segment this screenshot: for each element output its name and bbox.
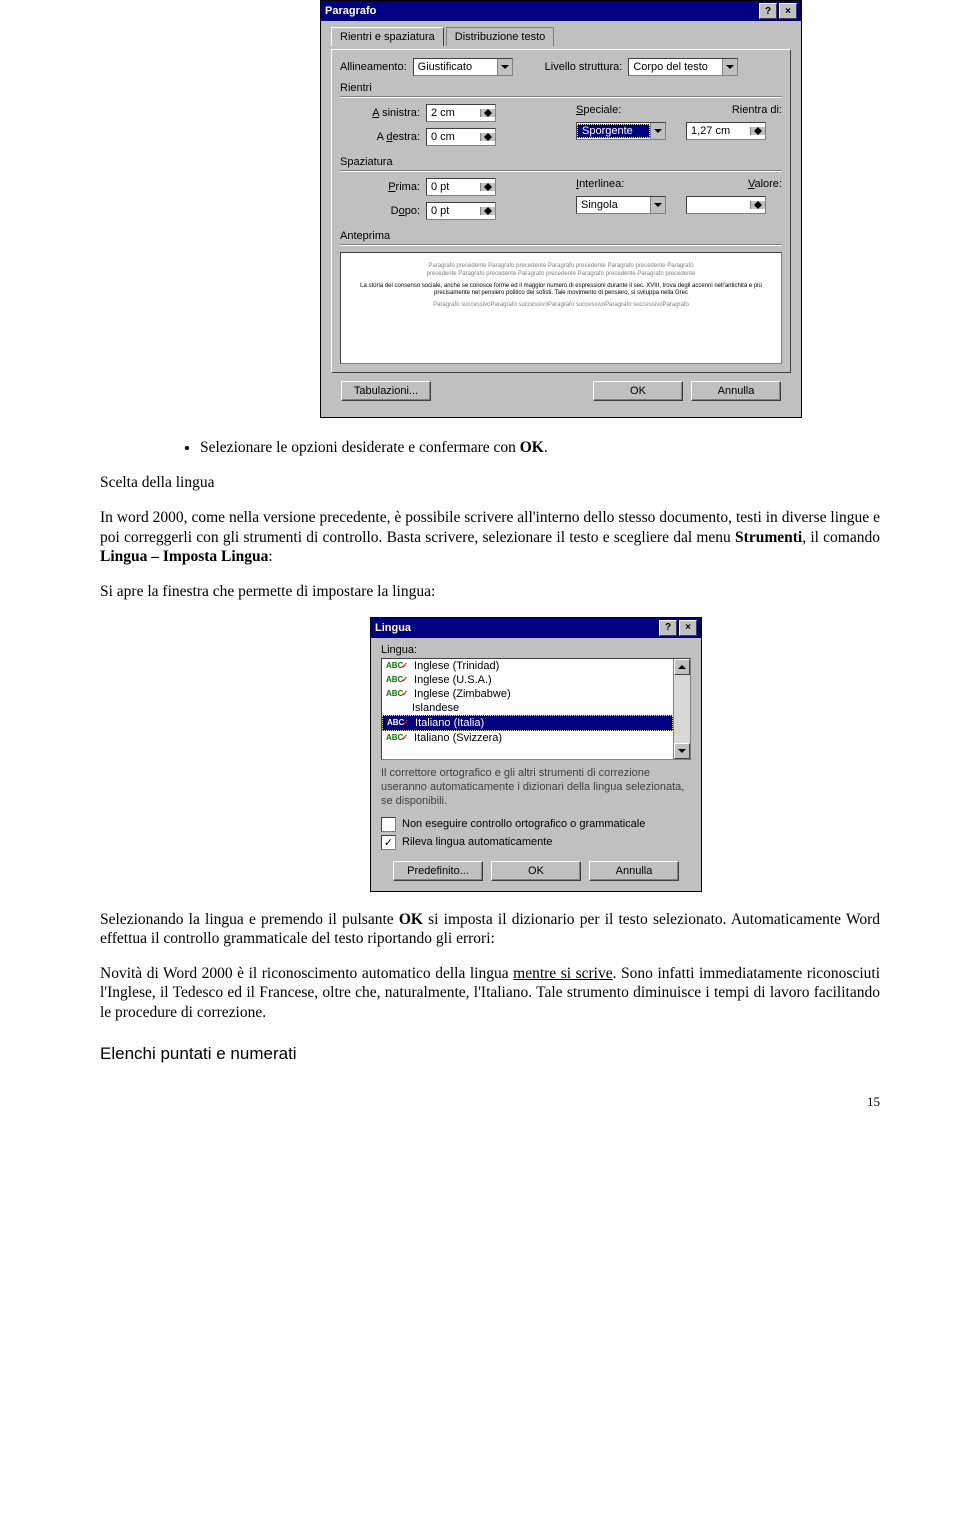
spaziatura-group: Spaziatura xyxy=(340,156,782,168)
valore-spin[interactable] xyxy=(686,196,766,214)
ok-bold: OK xyxy=(399,911,423,928)
lingua-bold: Lingua – Imposta Lingua xyxy=(100,548,268,565)
checkbox-icon xyxy=(381,817,396,832)
a-destra-label: A destra: xyxy=(340,131,420,143)
paragrafo-dialog: Paragrafo ? × Rientri e spaziatura Distr… xyxy=(320,0,802,418)
valore-label: Valore: xyxy=(748,178,782,190)
rientri-group: Rientri xyxy=(340,82,782,94)
lingua-label: Lingua: xyxy=(381,644,691,656)
list-item-selected[interactable]: ABCItaliano (Italia) xyxy=(382,715,673,731)
abc-check-icon: ABC xyxy=(386,675,410,684)
paragrafo-title: Paragrafo xyxy=(325,5,376,17)
dopo-label: Dopo: xyxy=(340,205,420,217)
list-item[interactable]: ABCInglese (Zimbabwe) xyxy=(382,687,673,701)
prima-spin[interactable]: 0 pt xyxy=(426,178,496,196)
abc-check-icon: ABC xyxy=(386,661,410,670)
ok-button[interactable]: OK xyxy=(491,861,581,881)
lingua-helptext: Il correttore ortografico e gli altri st… xyxy=(381,766,691,809)
caret-down-icon[interactable] xyxy=(751,205,765,209)
chevron-down-icon xyxy=(722,59,737,75)
scrollbar[interactable] xyxy=(673,659,690,759)
ok-bold: OK xyxy=(520,439,544,456)
tab-distribuzione[interactable]: Distribuzione testo xyxy=(446,27,555,46)
paragraph-2: Si apre la finestra che permette di impo… xyxy=(100,582,880,601)
bullet-list: Selezionare le opzioni desiderate e conf… xyxy=(160,438,880,457)
abc-check-icon: ABC xyxy=(386,733,410,742)
rientra-di-spin[interactable]: 1,27 cm xyxy=(686,122,766,140)
section-heading: Elenchi puntati e numerati xyxy=(100,1044,880,1064)
chevron-down-icon xyxy=(497,59,512,75)
allineamento-combo[interactable]: Giustificato xyxy=(413,58,513,76)
paragraph-3: Selezionando la lingua e premendo il pul… xyxy=(100,910,880,949)
strumenti-bold: Strumenti xyxy=(735,529,802,546)
checkbox-no-spellcheck[interactable]: Non eseguire controllo ortografico o gra… xyxy=(381,817,691,832)
interlinea-combo[interactable]: Singola xyxy=(576,196,666,214)
mentre-underline: mentre si scrive xyxy=(513,965,612,982)
scroll-track[interactable] xyxy=(674,675,690,743)
abc-check-icon: ABC xyxy=(387,718,411,727)
predefinito-button[interactable]: Predefinito... xyxy=(393,861,483,881)
chevron-down-icon xyxy=(650,123,665,139)
lingua-listbox[interactable]: ABCInglese (Trinidad) ABCInglese (U.S.A.… xyxy=(381,658,691,760)
anteprima-preview: Paragrafo precedente Paragrafo precedent… xyxy=(340,252,782,364)
dopo-spin[interactable]: 0 pt xyxy=(426,202,496,220)
scroll-down-button[interactable] xyxy=(674,743,690,759)
close-button[interactable]: × xyxy=(779,3,797,19)
paragraph-4: Novità di Word 2000 è il riconoscimento … xyxy=(100,964,880,1022)
anteprima-group: Anteprima xyxy=(340,230,782,242)
scelta-heading: Scelta della lingua xyxy=(100,473,880,492)
page-number: 15 xyxy=(100,1094,880,1110)
paragrafo-titlebar: Paragrafo ? × xyxy=(321,1,801,21)
tab-rientri[interactable]: Rientri e spaziatura xyxy=(331,27,444,46)
caret-down-icon[interactable] xyxy=(481,113,495,117)
annulla-button[interactable]: Annulla xyxy=(691,381,781,401)
lingua-title: Lingua xyxy=(375,622,411,634)
list-item[interactable]: ABCItaliano (Svizzera) xyxy=(382,731,673,745)
checkbox-checked-icon: ✓ xyxy=(381,835,396,850)
caret-down-icon[interactable] xyxy=(481,187,495,191)
speciale-label: Speciale: xyxy=(576,104,621,116)
help-button[interactable]: ? xyxy=(759,3,777,19)
caret-down-icon[interactable] xyxy=(481,137,495,141)
annulla-button[interactable]: Annulla xyxy=(589,861,679,881)
chevron-down-icon xyxy=(650,197,665,213)
allineamento-label: Allineamento: xyxy=(340,61,407,73)
speciale-combo[interactable]: Sporgente xyxy=(576,122,666,140)
prima-label: Prima: xyxy=(340,181,420,193)
a-destra-spin[interactable]: 0 cm xyxy=(426,128,496,146)
checkbox-auto-detect[interactable]: ✓ Rileva lingua automaticamente xyxy=(381,835,691,850)
paragraph-1: In word 2000, come nella versione preced… xyxy=(100,508,880,566)
caret-down-icon[interactable] xyxy=(481,211,495,215)
ok-button[interactable]: OK xyxy=(593,381,683,401)
scroll-up-button[interactable] xyxy=(674,659,690,675)
lingua-dialog: Lingua ? × Lingua: ABCInglese (Trinidad)… xyxy=(370,617,702,892)
a-sinistra-spin[interactable]: 2 cm xyxy=(426,104,496,122)
rientra-di-label: Rientra di: xyxy=(732,104,782,116)
list-item[interactable]: ABCInglese (Trinidad) xyxy=(382,659,673,673)
a-sinistra-label: A sinistra: xyxy=(340,107,420,119)
list-item[interactable]: Islandese xyxy=(382,701,673,715)
interlinea-label: Interlinea: xyxy=(576,178,624,190)
abc-check-icon: ABC xyxy=(386,689,410,698)
list-item[interactable]: ABCInglese (U.S.A.) xyxy=(382,673,673,687)
livello-label: Livello struttura: xyxy=(545,61,623,73)
help-button[interactable]: ? xyxy=(659,620,677,636)
livello-combo[interactable]: Corpo del testo xyxy=(628,58,738,76)
tabulazioni-button[interactable]: Tabulazioni... xyxy=(341,381,431,401)
caret-down-icon[interactable] xyxy=(751,131,765,135)
lingua-titlebar: Lingua ? × xyxy=(371,618,701,638)
bullet-item: Selezionare le opzioni desiderate e conf… xyxy=(200,438,880,457)
close-button[interactable]: × xyxy=(679,620,697,636)
